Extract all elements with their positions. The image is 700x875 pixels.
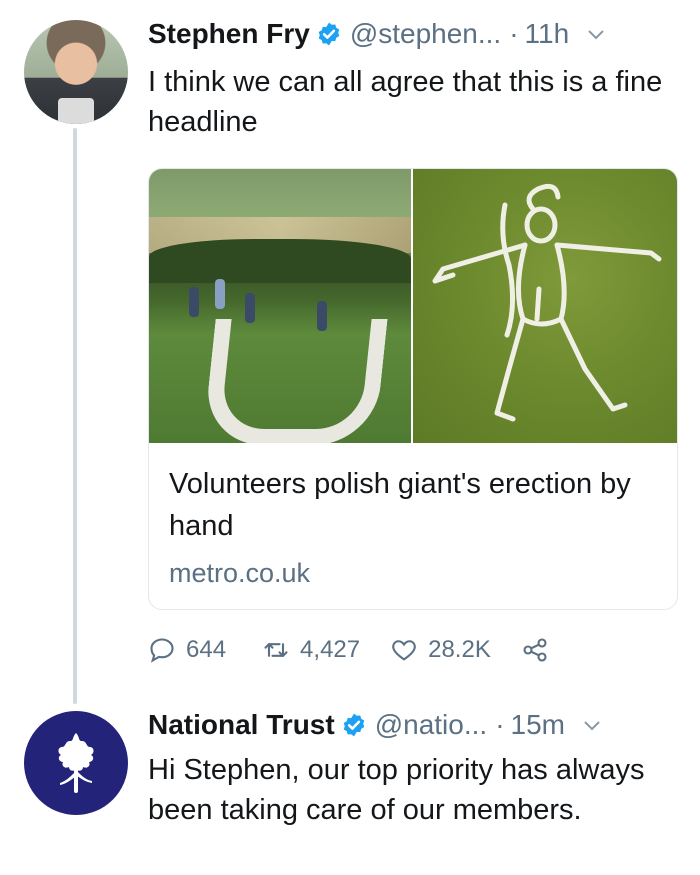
author-name[interactable]: National Trust (148, 708, 335, 742)
heart-icon (392, 640, 416, 661)
verified-badge-icon (318, 22, 340, 46)
photo-person (189, 287, 199, 317)
avatar[interactable] (24, 20, 128, 124)
photo-person (317, 301, 327, 331)
card-photo-volunteers (149, 169, 411, 443)
tweet-text: Hi Stephen, our top priority has always … (148, 754, 645, 826)
author-name[interactable]: Stephen Fry (148, 17, 310, 51)
separator-dot: · (495, 709, 505, 740)
oak-leaf-logo-icon (58, 733, 94, 793)
tweet-header: National Trust @natio... · 15m (148, 708, 601, 742)
retweet-button[interactable]: 4,427 (262, 636, 360, 664)
avatar[interactable] (24, 711, 128, 815)
link-card[interactable]: Volunteers polish giant's erection by ha… (148, 168, 678, 610)
verified-badge-icon (343, 713, 364, 737)
share-icon (523, 638, 547, 662)
like-button[interactable]: 28.2K (390, 636, 491, 664)
tweet-header: Stephen Fry @stephen... · 11h (148, 17, 605, 51)
card-domain: metro.co.uk (169, 558, 311, 588)
photo-chalk-figure (202, 319, 388, 443)
card-headline[interactable]: Volunteers polish giant's erection by ha… (169, 463, 659, 547)
retweet-count: 4,427 (300, 636, 361, 663)
reply-icon (150, 638, 174, 663)
photo-person (215, 279, 225, 309)
chevron-down-icon[interactable] (587, 17, 605, 51)
tweet-actions: 644 4,427 28.2K (148, 630, 559, 670)
card-image (149, 169, 677, 443)
retweet-icon (264, 643, 288, 657)
author-handle[interactable]: @stephen... (350, 17, 501, 51)
card-photo-cerne-giant (413, 169, 677, 443)
reply-count: 644 (186, 636, 227, 663)
tweet-text: I think we can all agree that this is a … (148, 66, 663, 138)
photo-trees (149, 239, 411, 283)
author-handle[interactable]: @natio... (375, 708, 487, 742)
thread-connector-line (73, 128, 77, 704)
chalk-giant-outline (432, 183, 662, 422)
reply-button[interactable]: 644 (148, 636, 226, 664)
like-count: 28.2K (428, 636, 491, 663)
chevron-down-icon[interactable] (583, 708, 601, 742)
share-button[interactable] (521, 636, 559, 664)
separator-dot: · (509, 18, 519, 49)
tweet-timestamp[interactable]: 15m (511, 708, 565, 742)
tweet-timestamp[interactable]: 11h (525, 17, 570, 51)
avatar-collar (58, 98, 94, 124)
photo-person (245, 293, 255, 323)
